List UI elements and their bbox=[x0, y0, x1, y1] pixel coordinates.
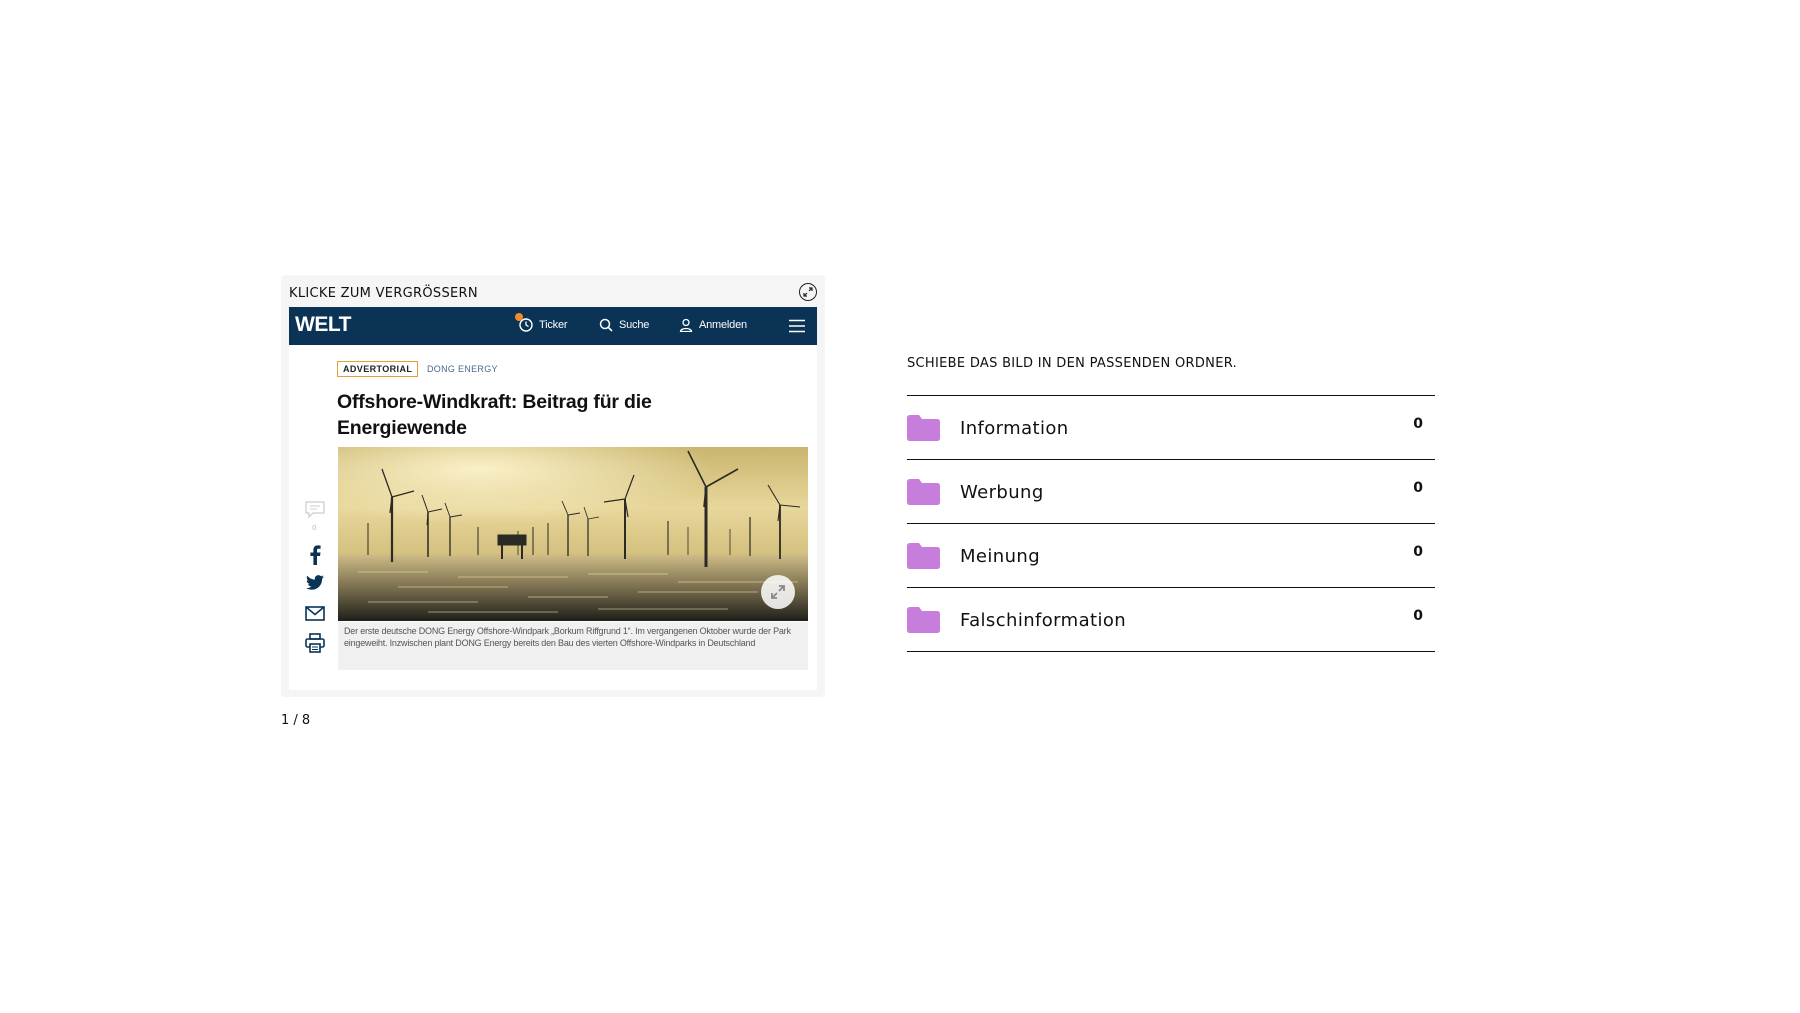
folder-label: Werbung bbox=[960, 482, 1044, 503]
mail-icon bbox=[305, 603, 325, 623]
article-screenshot[interactable]: WELT Ticker Suche Anmelden ADVERTORIAL D… bbox=[289, 307, 817, 690]
nav-search-label: Suche bbox=[619, 319, 650, 331]
advertorial-badge: ADVERTORIAL bbox=[337, 361, 419, 377]
photo-caption: Der erste deutsche DONG Energy Offshore-… bbox=[344, 626, 791, 648]
nav-ticker-label: Ticker bbox=[539, 319, 568, 331]
comment-icon bbox=[305, 500, 325, 520]
folder-meinung[interactable]: Meinung 0 bbox=[907, 524, 1435, 588]
folder-information[interactable]: Information 0 bbox=[907, 396, 1435, 460]
folder-icon bbox=[907, 415, 940, 441]
image-card[interactable]: KLICKE ZUM VERGRÖSSERN WELT Ticker Suche bbox=[281, 275, 825, 697]
user-icon bbox=[679, 318, 693, 332]
print-icon bbox=[305, 633, 325, 653]
twitter-icon bbox=[305, 572, 325, 592]
folder-count: 0 bbox=[1413, 416, 1423, 432]
folder-werbung[interactable]: Werbung 0 bbox=[907, 460, 1435, 524]
welt-navbar: WELT Ticker Suche Anmelden bbox=[289, 307, 817, 345]
card-header: KLICKE ZUM VERGRÖSSERN bbox=[289, 283, 817, 305]
folder-count: 0 bbox=[1413, 480, 1423, 496]
folder-falschinformation[interactable]: Falschinformation 0 bbox=[907, 588, 1435, 652]
folder-count: 0 bbox=[1413, 544, 1423, 560]
folder-label: Information bbox=[960, 418, 1069, 439]
nav-ticker: Ticker bbox=[515, 313, 568, 332]
folder-count: 0 bbox=[1413, 608, 1423, 624]
clock-icon bbox=[515, 313, 533, 332]
folder-label: Meinung bbox=[960, 546, 1041, 567]
nav-search: Suche bbox=[599, 318, 649, 332]
welt-logo: WELT bbox=[295, 313, 351, 336]
comment-count: 0 bbox=[312, 524, 317, 532]
enlarge-hint: KLICKE ZUM VERGRÖSSERN bbox=[289, 286, 478, 301]
expand-icon bbox=[761, 575, 795, 609]
article-headline: Offshore-Windkraft: Beitrag für die Ener… bbox=[337, 391, 652, 439]
notification-dot bbox=[515, 313, 523, 321]
facebook-icon bbox=[305, 545, 325, 565]
photo-caption-box: Der erste deutsche DONG Energy Offshore-… bbox=[338, 622, 808, 670]
folder-icon bbox=[907, 543, 940, 569]
nav-login: Anmelden bbox=[679, 318, 747, 332]
folder-icon bbox=[907, 479, 940, 505]
windpark-photo bbox=[338, 447, 808, 621]
sponsor-label: DONG ENERGY bbox=[427, 364, 498, 374]
nav-login-label: Anmelden bbox=[699, 319, 747, 331]
hamburger-menu-icon bbox=[789, 319, 805, 333]
folder-label: Falschinformation bbox=[960, 610, 1127, 631]
instruction-text: SCHIEBE DAS BILD IN DEN PASSENDEN ORDNER… bbox=[907, 356, 1238, 371]
search-icon bbox=[599, 318, 613, 332]
image-counter: 1 / 8 bbox=[281, 713, 311, 728]
zoom-circle-icon[interactable] bbox=[799, 283, 817, 301]
folder-icon bbox=[907, 607, 940, 633]
folder-list: Information 0 Werbung 0 Meinung 0 Falsch… bbox=[907, 395, 1435, 652]
